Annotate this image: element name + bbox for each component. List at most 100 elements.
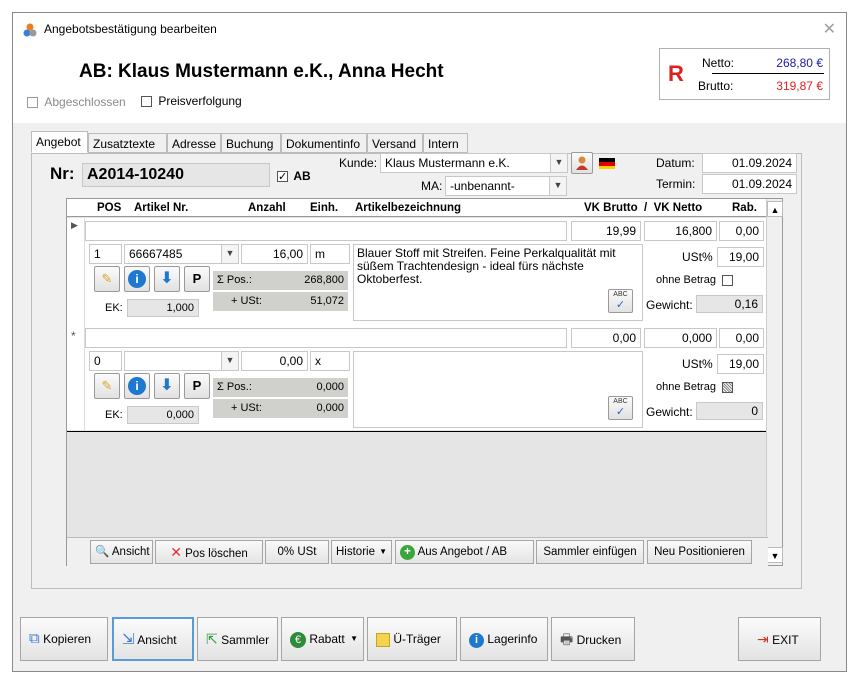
anzahl-field[interactable]: 16,00 [241, 244, 308, 264]
lagerinfo-button[interactable]: i Lagerinfo [460, 617, 548, 661]
ansicht-label: Ansicht [137, 633, 177, 647]
gewicht-field[interactable]: 0,16 [696, 295, 763, 313]
pos-loeschen-button[interactable]: ✕ Pos löschen [155, 540, 263, 564]
pos-field[interactable]: 1 [89, 244, 122, 264]
scroll-up-icon[interactable]: ▲ [767, 201, 783, 217]
ma-select[interactable]: -unbenannt- ▼ [445, 176, 567, 196]
chevron-down-icon[interactable]: ▼ [221, 352, 238, 370]
artikel-select[interactable]: 66667485 ▼ [124, 244, 239, 264]
dropdown-arrow-icon[interactable]: ▼ [379, 541, 387, 563]
info-icon: i [128, 270, 146, 288]
bezeichnung-textarea[interactable] [353, 351, 643, 428]
printer-icon: 🖶 [560, 631, 574, 647]
customer-button[interactable] [571, 152, 593, 174]
preisverfolgung-checkbox[interactable]: Preisverfolgung [141, 94, 242, 108]
desc-line-field[interactable] [85, 328, 567, 348]
chevron-down-icon[interactable]: ▼ [550, 154, 567, 172]
ust-pct-field[interactable]: 19,00 [717, 247, 764, 267]
info-button[interactable]: i [124, 266, 150, 292]
dropdown-arrow-icon[interactable]: ▼ [350, 618, 358, 660]
move-down-button[interactable]: ⬇ [154, 373, 180, 399]
move-down-button[interactable]: ⬇ [154, 266, 180, 292]
ohne-betrag-checkbox[interactable] [722, 382, 733, 393]
abgeschlossen-checkbox[interactable]: Abgeschlossen [27, 95, 126, 109]
p-button[interactable]: P [184, 266, 210, 292]
vk-netto-field[interactable]: 16,800 [644, 221, 717, 241]
vk-brutto-field[interactable]: 19,99 [571, 221, 641, 241]
ust0-button[interactable]: 0% USt [265, 540, 329, 564]
magnifier-icon: 🔍 [95, 546, 110, 558]
flag-de-icon [599, 158, 615, 169]
sum-pos-label: Σ Pos.: [217, 274, 252, 286]
close-icon[interactable]: ✕ [823, 19, 836, 39]
grid-scrollbar[interactable]: ▲ ▼ [766, 199, 783, 565]
pos-field[interactable]: 0 [89, 351, 122, 371]
aus-angebot-button[interactable]: + Aus Angebot / AB [395, 540, 534, 564]
datum-field[interactable]: 01.09.2024 [702, 153, 797, 173]
ansicht-button[interactable]: ⇲ Ansicht [112, 617, 194, 661]
ek-label: EK: [105, 302, 123, 314]
vk-netto-field[interactable]: 0,000 [644, 328, 717, 348]
desc-line-field[interactable] [85, 221, 567, 241]
edit-button[interactable]: ✎ [94, 373, 120, 399]
historie-button[interactable]: Historie ▼ [331, 540, 392, 564]
aus-angebot-label: Aus Angebot / AB [417, 546, 508, 558]
tab-versand[interactable]: Versand [367, 133, 423, 153]
rabatt-field[interactable]: 0,00 [719, 221, 764, 241]
tab-buchung[interactable]: Buchung [221, 133, 281, 153]
sammler-button[interactable]: ⇱ Sammler [197, 617, 278, 661]
kopieren-button[interactable]: ⧉ Kopieren [20, 617, 108, 661]
row-selector[interactable]: ▶ [67, 218, 85, 327]
ust-pct-field[interactable]: 19,00 [717, 354, 764, 374]
sum-pos-value: 268,800 [304, 274, 344, 286]
ohne-betrag-checkbox[interactable] [722, 275, 733, 286]
spellcheck-button[interactable]: ABC ✓ [608, 289, 633, 313]
copy-icon: ⧉ [29, 630, 40, 647]
termin-field[interactable]: 01.09.2024 [702, 174, 797, 194]
drucken-button[interactable]: 🖶 Drucken [551, 617, 635, 661]
gewicht-field[interactable]: 0 [696, 402, 763, 420]
anzahl-field[interactable]: 0,00 [241, 351, 308, 371]
add-circle-icon: + [400, 545, 415, 560]
grid-record-new[interactable]: * 0,00 0,000 0,00 0 ▼ 0,00 x ABC ✓ ✎ i ⬇ … [67, 325, 768, 430]
scroll-down-icon[interactable]: ▼ [767, 547, 783, 563]
checkbox-box[interactable] [27, 97, 38, 109]
tab-dokumentinfo[interactable]: Dokumentinfo [281, 133, 367, 153]
chevron-down-icon[interactable]: ▼ [549, 177, 566, 195]
ab-checkbox[interactable]: AB [277, 169, 311, 183]
vk-brutto-field[interactable]: 0,00 [571, 328, 641, 348]
tab-intern[interactable]: Intern [423, 133, 468, 153]
ansicht-small-button[interactable]: 🔍 Ansicht [90, 540, 153, 564]
sammler-einfuegen-button[interactable]: Sammler einfügen [536, 540, 644, 564]
neu-positionieren-button[interactable]: Neu Positionieren [647, 540, 752, 564]
exit-button[interactable]: ⇥ EXIT [738, 617, 821, 661]
chevron-down-icon[interactable]: ▼ [221, 245, 238, 263]
tab-zusatztexte[interactable]: Zusatztexte [88, 133, 167, 153]
person-icon [576, 156, 588, 170]
ue-traeger-label: Ü-Träger [393, 632, 441, 646]
einheit-field[interactable]: m [310, 244, 350, 264]
ust-label: + USt: [231, 402, 262, 414]
row-selector[interactable]: * [67, 325, 85, 430]
ek-field[interactable]: 0,000 [127, 406, 199, 424]
einheit-field[interactable]: x [310, 351, 350, 371]
rabatt-button[interactable]: € Rabatt ▼ [281, 617, 364, 661]
tab-angebot[interactable]: Angebot [31, 131, 88, 153]
artikel-select[interactable]: ▼ [124, 351, 239, 371]
sum-pos-row: Σ Pos.: 0,000 [213, 378, 348, 397]
grid-record[interactable]: ▶ 19,99 16,800 0,00 1 66667485 ▼ 16,00 m… [67, 218, 768, 327]
p-button[interactable]: P [184, 373, 210, 399]
checkbox-box[interactable] [141, 96, 152, 108]
tab-adresse[interactable]: Adresse [167, 133, 221, 153]
bezeichnung-textarea[interactable]: Blauer Stoff mit Streifen. Feine Perkalq… [353, 244, 643, 321]
ek-field[interactable]: 1,000 [127, 299, 199, 317]
rabatt-field[interactable]: 0,00 [719, 328, 764, 348]
info-button[interactable]: i [124, 373, 150, 399]
checkbox-box[interactable] [277, 171, 288, 183]
lagerinfo-label: Lagerinfo [487, 632, 538, 646]
edit-button[interactable]: ✎ [94, 266, 120, 292]
spellcheck-button[interactable]: ABC ✓ [608, 396, 633, 420]
kunde-select[interactable]: Klaus Mustermann e.K. ▼ [380, 153, 568, 173]
ue-traeger-button[interactable]: Ü-Träger [367, 617, 457, 661]
nr-field[interactable]: A2014-10240 [82, 163, 270, 187]
